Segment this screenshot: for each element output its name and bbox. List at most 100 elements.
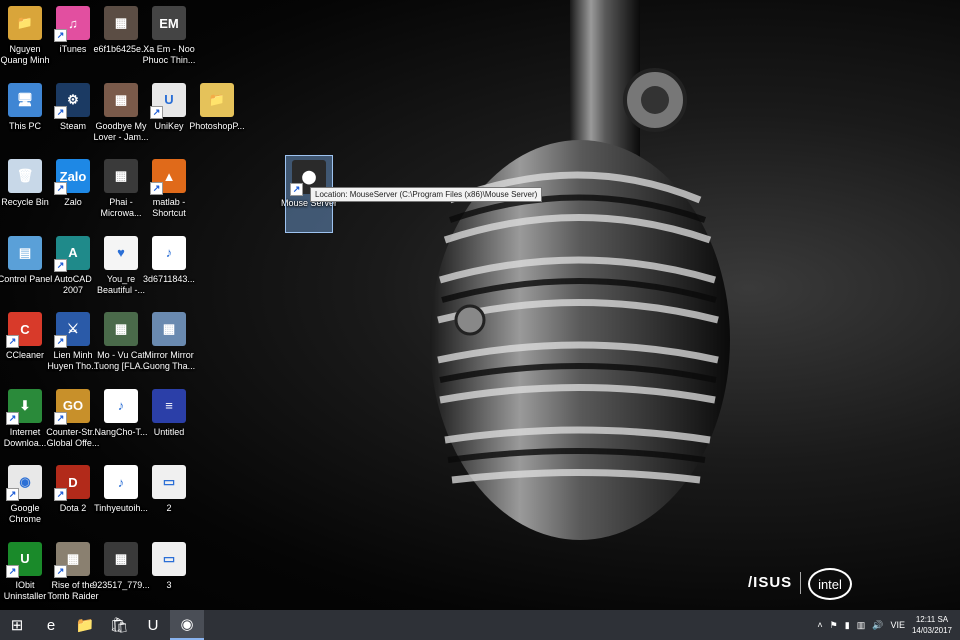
csgo-icon: GO	[54, 388, 90, 425]
league-icon: ⚔	[54, 312, 90, 348]
desktop-icon[interactable]: ZaloZalo	[50, 155, 96, 231]
desktop-icon[interactable]: GOCounter-Str... Global Offe...	[46, 385, 100, 461]
itunes-icon: ♫	[54, 6, 90, 42]
language-indicator[interactable]: VIE	[890, 620, 905, 630]
desktop-icon-label: PhotoshopP...	[189, 120, 245, 131]
ccleaner-icon: C	[6, 312, 42, 348]
desktop-icon[interactable]: UIObit Uninstaller	[2, 538, 48, 614]
desktop-icon[interactable]: ▲matlab - Shortcut	[146, 155, 192, 231]
start-button[interactable]: ⊞	[0, 610, 34, 640]
desktop-icon-label: 2	[166, 503, 172, 513]
desktop-icon-label: Mirror Mirror Guong Tha...	[142, 350, 196, 371]
internet-explorer-icon: e	[46, 616, 56, 634]
microphone-wallpaper	[430, 0, 730, 540]
desktop-icon[interactable]: ♪ Tinhyeutoih...	[94, 461, 148, 537]
desktop-icon[interactable]: 📁 Nguyen Quang Minh	[0, 2, 50, 78]
windows-logo-icon: ⊞	[10, 617, 24, 634]
autocad-icon: A	[54, 235, 90, 272]
store-icon: 🛍	[109, 617, 129, 634]
flag-icon[interactable]: ⚑	[830, 620, 838, 631]
image-file-icon: ▦	[104, 541, 138, 576]
chevron-up-icon[interactable]: ˄	[817, 620, 822, 630]
desktop-icon-label: Xa Em - Noo Phuoc Thin...	[142, 44, 196, 65]
desktop-icon[interactable]: ≡ Untitled	[146, 385, 192, 461]
icon-location-tooltip: Location: MouseServer (C:\Program Files …	[310, 187, 543, 202]
intel-logo: intel	[808, 568, 852, 600]
logo-divider	[800, 572, 801, 594]
tomb-raider-icon: ▦	[54, 541, 90, 578]
desktop-icon[interactable]: 📁 PhotoshopP...	[189, 79, 245, 155]
blank-file-icon: ▭	[152, 465, 186, 499]
desktop-icon[interactable]: ⚙Steam	[50, 79, 96, 155]
computer-icon: 🖥	[8, 82, 42, 117]
store-button[interactable]: 🛍	[102, 610, 136, 640]
desktop-icon[interactable]: ▭ 3	[146, 538, 192, 614]
desktop-icon[interactable]: EM Xa Em - Noo Phuoc Thin...	[143, 2, 195, 78]
love-stories-icon: ♥	[104, 235, 138, 270]
desktop-icon[interactable]: ⚔Lien Minh Huyen Tho...	[47, 308, 99, 384]
unikey-icon: U	[147, 616, 159, 634]
desktop-icon[interactable]: AAutoCAD 2007	[50, 232, 96, 308]
dota-icon: D	[54, 465, 90, 501]
file-explorer-button[interactable]: 📁	[68, 610, 102, 640]
zalo-icon: Zalo	[54, 159, 90, 195]
desktop-icon[interactable]: ▦ Goodbye My Lover - Jam...	[93, 79, 149, 155]
internet-explorer-button[interactable]: e	[34, 610, 68, 640]
chrome-icon: ◉	[180, 616, 194, 633]
mp3-file-icon: ♪	[104, 465, 138, 499]
battery-icon[interactable]: ▮	[845, 620, 850, 631]
desktop-icon-label: 3d6711843...	[143, 273, 195, 284]
image-file-icon: ▦	[104, 6, 138, 40]
clock[interactable]: 12:11 SA 14/03/2017	[912, 614, 952, 636]
video-file-icon: ▦	[104, 159, 138, 193]
blank-file-icon: ▭	[152, 541, 186, 576]
desktop-icon[interactable]: ⬇Internet Downloa...	[2, 385, 48, 461]
unikey-icon: U	[150, 82, 186, 119]
matlab-icon: ▲	[150, 159, 186, 195]
mp3-file-icon: ♪	[104, 388, 138, 423]
desktop-icon-label: 3	[166, 579, 172, 590]
desktop-icon[interactable]: ▦ e6f1b6425e...	[93, 2, 149, 78]
asus-logo: /ISUS	[748, 574, 793, 591]
desktop-icon[interactable]: 🖥 This PC	[2, 79, 48, 155]
document-icon: ≡	[152, 388, 186, 423]
album-art-icon: ▦	[104, 82, 138, 117]
desktop-icon[interactable]: CCCleaner	[2, 308, 48, 384]
desktop-icon[interactable]: ♫iTunes	[50, 2, 96, 78]
desktop-icon[interactable]: ▦ Phai - Microwa...	[98, 155, 144, 231]
desktop-icon[interactable]: ▤ Control Panel	[0, 232, 52, 308]
video-file-icon: ▦	[104, 312, 138, 346]
user-folder-icon: 📁	[8, 6, 42, 40]
desktop-icon[interactable]: UUniKey	[146, 79, 192, 155]
folder-icon: 📁	[200, 82, 234, 117]
desktop-icon-label: Untitled	[153, 426, 185, 437]
unikey-button[interactable]: U	[136, 610, 170, 640]
desktop-icon[interactable]: ▦Rise of the Tomb Raider	[47, 538, 99, 614]
folder-icon: 📁	[75, 617, 95, 634]
mp3-file-icon: ♪	[152, 235, 186, 270]
desktop-icon-label: matlab - Shortcut	[152, 197, 186, 218]
iobit-icon: U	[6, 541, 42, 578]
desktop-icon[interactable]: ▦ Mirror Mirror Guong Tha...	[143, 308, 195, 384]
clock-date: 14/03/2017	[911, 626, 952, 635]
taskbar: ⊞ e 📁 🛍 U ◉ ˄ ⚑ ▮ ▥ 🔊 VIE 12:11 SA 14/03/2017	[0, 610, 960, 640]
desktop-icon[interactable]: ♪ NangCho-T...	[94, 385, 148, 461]
desktop-icon[interactable]: ▭ 2	[146, 461, 192, 537]
desktop-icon[interactable]: ♪ 3d6711843...	[143, 232, 195, 308]
control-panel-icon: ▤	[8, 235, 42, 270]
recycle-bin-icon: 🗑	[8, 159, 42, 193]
system-tray: ˄ ⚑ ▮ ▥ 🔊 VIE 12:11 SA 14/03/2017	[817, 610, 960, 640]
clock-time: 12:11 SA	[915, 615, 949, 624]
desktop-icon[interactable]: 🗑 Recycle Bin	[1, 155, 49, 231]
desktop-icon[interactable]: ▦ 923517_779...	[92, 538, 150, 614]
desktop-icon[interactable]: ▦ Mo - Vu Cat Tuong [FLA...	[94, 308, 148, 384]
steam-icon: ⚙	[54, 82, 90, 119]
desktop-icon[interactable]: ◉Google Chrome	[2, 461, 48, 537]
volume-icon[interactable]: 🔊	[872, 620, 883, 631]
chrome-button[interactable]: ◉	[170, 610, 204, 640]
network-icon[interactable]: ▥	[857, 620, 866, 631]
video-file-icon: ▦	[152, 312, 186, 346]
desktop-icon[interactable]: DDota 2	[50, 461, 96, 537]
desktop-icon[interactable]: ♥ You_re Beautiful -...	[97, 232, 145, 308]
desktop: 📁Nguyen Quang Minh♫iTunes▦e6f1b6425e...E…	[0, 0, 960, 610]
